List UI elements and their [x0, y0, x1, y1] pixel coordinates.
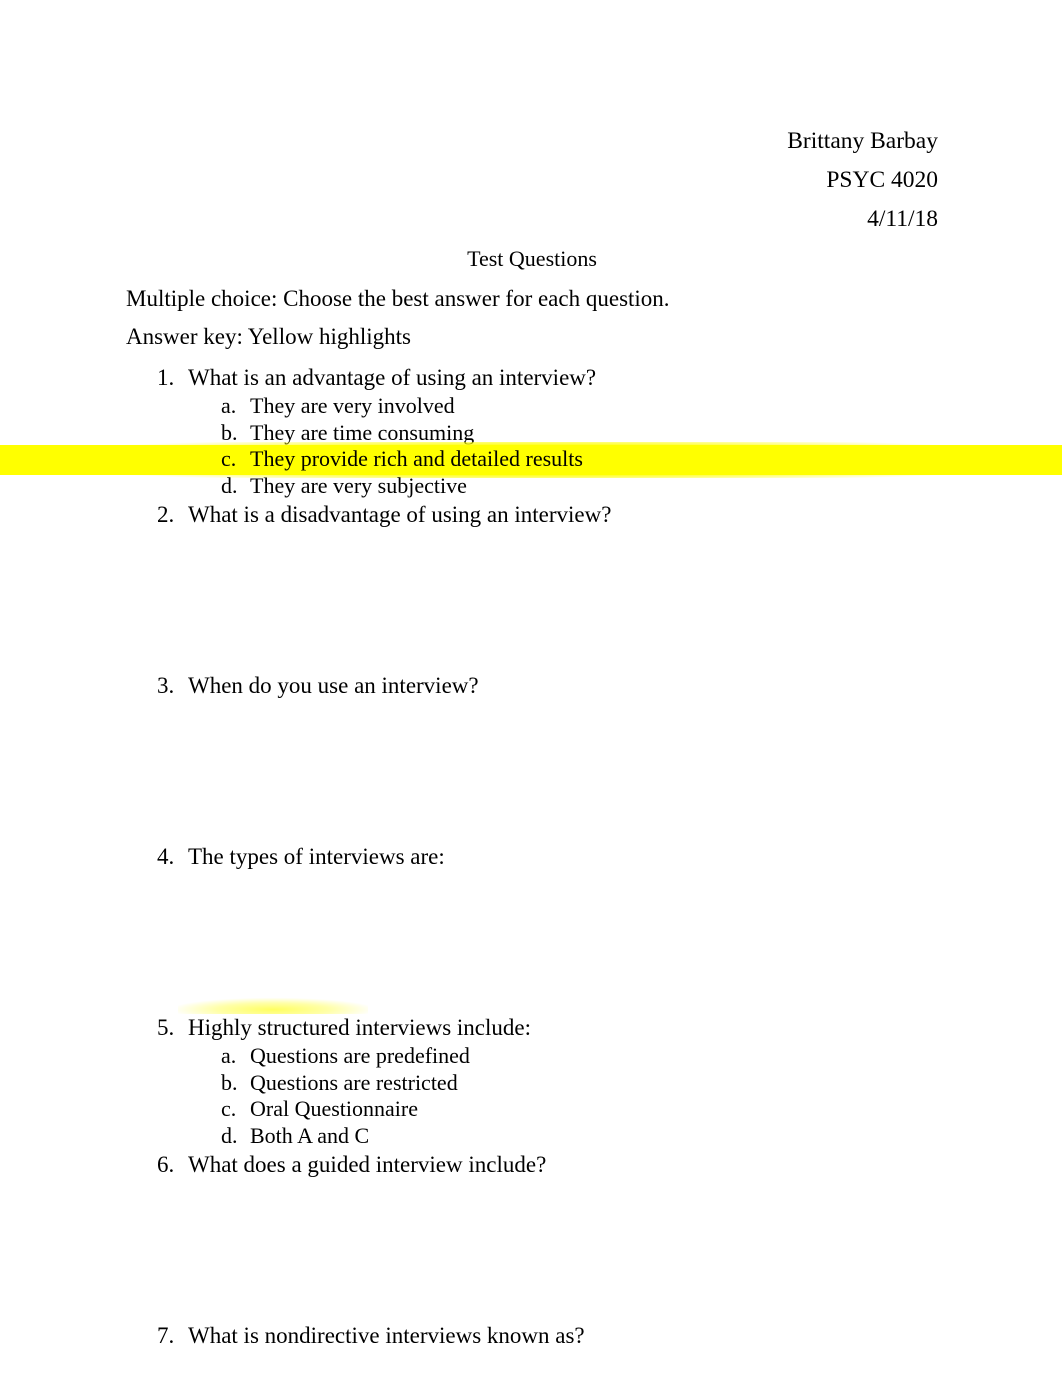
option-text: They are time consuming — [250, 419, 475, 445]
option-text: Questions are restricted — [250, 1069, 458, 1095]
option-item: b. Questions are restricted — [0, 1070, 1062, 1097]
option-item: a. Questions are predefined — [0, 1043, 1062, 1070]
question-line: 1. What is an advantage of using an inte… — [0, 362, 1062, 393]
answer-key-note: Answer key: Yellow highlights — [126, 324, 411, 349]
option-text: They provide rich and detailed results — [250, 446, 583, 471]
option-letter: d. — [221, 472, 238, 498]
page-title: Test Questions — [467, 246, 597, 271]
option-list: a. They are very involved b. They are ti… — [0, 393, 1062, 499]
option-letter: c. — [221, 446, 237, 471]
option-letter: a. — [221, 393, 237, 418]
date: 4/11/18 — [867, 206, 938, 232]
question-line: 3. When do you use an interview? — [0, 670, 1062, 701]
option-text: They are very subjective — [250, 472, 467, 498]
option-item: d. Both A and C — [0, 1123, 1062, 1150]
question-item: 4. The types of interviews are: — [0, 841, 1062, 1012]
question-text: When do you use an interview? — [188, 673, 479, 698]
option-list: a. Questions are predefined b. Questions… — [0, 1043, 1062, 1149]
question-number: 3. — [157, 673, 175, 698]
question-text: The types of interviews are: — [188, 844, 445, 869]
option-letter: b. — [221, 1069, 238, 1095]
question-item: 1. What is an advantage of using an inte… — [0, 362, 1062, 499]
instructions-text: Multiple choice: Choose the best answer … — [126, 286, 670, 311]
question-item: 5. Highly structured interviews include:… — [0, 994, 1062, 1149]
question-text: What is nondirective interviews known as… — [188, 1323, 585, 1348]
option-text: They are very involved — [250, 393, 455, 418]
answer-blank-space — [0, 872, 1062, 1012]
option-item: a. They are very involved — [0, 393, 1062, 420]
option-letter: c. — [221, 1096, 237, 1121]
option-letter: a. — [221, 1043, 237, 1068]
question-line: 4. The types of interviews are: — [0, 841, 1062, 872]
question-item: 3. When do you use an interview? — [0, 670, 1062, 841]
document-header: Brittany Barbay PSYC 4020 4/11/18 — [126, 122, 938, 239]
answer-blank-space — [0, 530, 1062, 670]
question-line: 6. What does a guided interview include? — [0, 1149, 1062, 1180]
option-letter: d. — [221, 1122, 238, 1148]
question-number: 6. — [157, 1152, 175, 1177]
option-text: Both A and C — [250, 1122, 370, 1148]
answer-blank-space — [0, 1180, 1062, 1320]
question-line: 2. What is a disadvantage of using an in… — [0, 499, 1062, 530]
document-page: Brittany Barbay PSYC 4020 4/11/18 Test Q… — [0, 0, 1062, 1377]
option-item: b. They are time consuming — [0, 420, 1062, 447]
question-line: 7. What is nondirective interviews known… — [0, 1320, 1062, 1351]
question-item: 7. What is nondirective interviews known… — [0, 1320, 1062, 1351]
answer-blank-space — [0, 701, 1062, 841]
question-item: 6. What does a guided interview include? — [0, 1149, 1062, 1320]
question-item: 2. What is a disadvantage of using an in… — [0, 499, 1062, 670]
question-number: 5. — [157, 1015, 175, 1040]
option-text: Questions are predefined — [250, 1043, 470, 1068]
option-item: d. They are very subjective — [0, 473, 1062, 500]
question-list: 1. What is an advantage of using an inte… — [0, 362, 1062, 1351]
question-number: 2. — [157, 502, 175, 527]
option-letter: b. — [221, 419, 238, 445]
author-name: Brittany Barbay — [787, 128, 938, 154]
question-text: What does a guided interview include? — [188, 1152, 547, 1177]
question-text: What is an advantage of using an intervi… — [188, 365, 597, 390]
question-number: 4. — [157, 844, 175, 869]
question-text: Highly structured interviews include: — [188, 1015, 532, 1040]
question-number: 7. — [157, 1323, 175, 1348]
option-text: Oral Questionnaire — [250, 1096, 418, 1121]
option-item-highlighted: c. They provide rich and detailed result… — [0, 442, 1062, 478]
question-line: 5. Highly structured interviews include: — [0, 994, 1062, 1043]
question-text: What is a disadvantage of using an inter… — [188, 502, 612, 527]
question-number: 1. — [157, 365, 175, 390]
course-code: PSYC 4020 — [826, 167, 938, 193]
option-item: c. Oral Questionnaire — [0, 1096, 1062, 1123]
